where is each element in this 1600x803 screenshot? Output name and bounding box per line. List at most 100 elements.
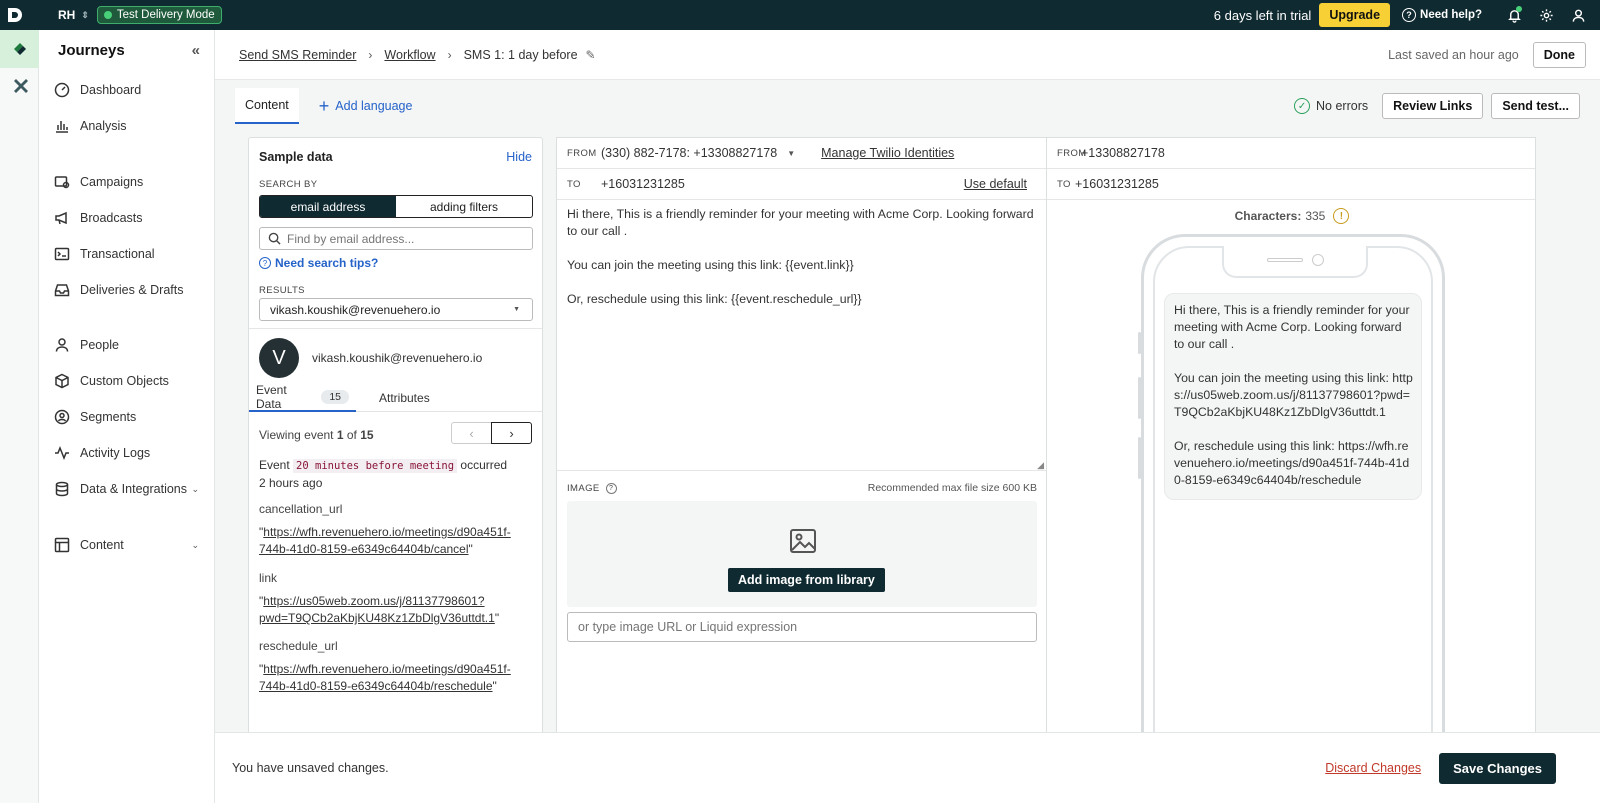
terminal-icon [54,247,70,261]
manage-twilio-identities-link[interactable]: Manage Twilio Identities [821,146,954,160]
save-changes-button[interactable]: Save Changes [1439,752,1556,784]
sidebar-item-dashboard[interactable]: Dashboard [39,78,215,102]
need-help-button[interactable]: ? Need help? [1402,8,1482,22]
sidebar-item-campaigns[interactable]: Campaigns [39,170,215,194]
phone-side-button [1138,332,1141,354]
email-search-input[interactable] [287,231,527,246]
image-icon [790,529,816,553]
integrations-app-icon[interactable] [0,68,39,106]
sidebar-item-label: Activity Logs [80,446,151,460]
sidebar-item-analysis[interactable]: Analysis [39,114,215,138]
last-saved-status: Last saved an hour ago [1388,47,1519,62]
breadcrumb-send-sms-reminder[interactable]: Send SMS Reminder [239,48,356,62]
trial-status: 6 days left in trial [1213,7,1312,23]
discard-changes-button[interactable]: Discard Changes [1325,761,1421,775]
content-tab-bar: Content + Add language ✓ No errors Revie… [235,88,1580,124]
add-language-button[interactable]: + Add language [319,97,413,115]
preview-from-label: FROM [1057,147,1087,159]
phone-side-button [1138,437,1141,479]
meeting-link[interactable]: https://us05web.zoom.us/j/81137798601?pw… [259,594,495,625]
breadcrumb-workflow[interactable]: Workflow [384,48,435,62]
event-prefix: Event [259,458,294,472]
results-select[interactable]: vikash.koushik@revenuehero.io ▼ [259,298,533,321]
dropdown-arrow-icon: ▼ [787,148,796,158]
review-links-button[interactable]: Review Links [1382,93,1484,119]
chevron-right-icon: › [368,47,373,62]
sms-preview-panel: FROM +13308827178 TO +16031231285 Charac… [1046,137,1536,737]
search-by-filters-option[interactable]: adding filters [396,196,532,217]
breadcrumb-current: SMS 1: 1 day before [463,47,578,62]
to-field[interactable]: +16031231285 [601,177,685,191]
mode-badge-label: Test Delivery Mode [116,9,215,21]
to-label: TO [567,178,581,190]
segments-icon [54,409,70,425]
inbox-icon [54,284,70,297]
add-image-from-library-button[interactable]: Add image from library [728,568,885,592]
to-row: TO +16031231285 Use default [557,169,1047,200]
tab-attributes[interactable]: Attributes [372,384,437,412]
cancellation-url-link[interactable]: https://wfh.revenuehero.io/meetings/d90a… [259,525,511,556]
sidebar-item-data-integrations[interactable]: Data & Integrations ⌄ [39,477,215,501]
from-row: FROM (330) 882-7178: +13308827178 ▼ Mana… [557,138,1047,169]
done-button[interactable]: Done [1532,41,1586,68]
tab-event-data[interactable]: Event Data 15 [249,383,356,412]
phone-notch [1222,246,1368,278]
hide-sample-data-link[interactable]: Hide [506,150,532,164]
sidebar-item-deliveries-drafts[interactable]: Deliveries & Drafts [39,278,215,302]
image-url-input[interactable] [567,612,1037,642]
search-icon [268,232,281,245]
sms-editor-panel: FROM (330) 882-7178: +13308827178 ▼ Mana… [556,137,1047,738]
results-label: RESULTS [259,285,305,296]
warning-icon[interactable]: ! [1333,208,1350,224]
sidebar-item-segments[interactable]: Segments [39,405,215,429]
sample-data-panel: Sample data Hide SEARCH BY email address… [248,137,543,737]
preview-to-value: +16031231285 [1075,177,1159,191]
sidebar-item-custom-objects[interactable]: Custom Objects [39,369,215,393]
message-body-textarea[interactable]: Hi there, This is a friendly reminder fo… [567,206,1037,325]
test-delivery-mode-badge[interactable]: Test Delivery Mode [96,6,222,24]
from-label: FROM [567,147,597,159]
edit-pencil-icon[interactable]: ✎ [586,48,596,62]
sidebar-item-label: Segments [80,410,137,424]
divider [249,328,542,329]
sidebar-item-transactional[interactable]: Transactional [39,242,215,266]
journeys-app-icon[interactable] [0,30,39,68]
search-tips-link[interactable]: ? Need search tips? [259,256,378,270]
use-default-link[interactable]: Use default [964,177,1027,191]
reschedule-url-link[interactable]: https://wfh.revenuehero.io/meetings/d90a… [259,662,511,693]
workspace-switcher[interactable]: RH ⇕ [58,8,89,22]
viewing-current: 1 [336,428,344,442]
upgrade-button[interactable]: Upgrade [1319,3,1391,27]
event-tabs: Event Data 15 Attributes [249,383,542,412]
person-email: vikash.koushik@revenuehero.io [312,351,483,365]
phone-speaker [1267,258,1303,262]
settings-gear-icon[interactable] [1530,8,1562,23]
sidebar-item-people[interactable]: People [39,333,215,357]
plus-icon: + [318,96,330,116]
question-icon: ? [1402,8,1417,22]
user-account-icon[interactable] [1562,8,1594,23]
sidebar-item-label: People [80,338,119,352]
image-drop-zone[interactable]: Add image from library [567,501,1037,607]
sidebar-item-broadcasts[interactable]: Broadcasts [39,206,215,230]
sidebar: Journeys « Dashboard Analysis Campaigns … [39,30,215,803]
event-suffix: occurred [457,458,508,472]
event-data-label: Event Data [256,383,287,411]
collapse-sidebar-icon[interactable]: « [192,42,200,59]
question-icon[interactable]: ? [605,483,617,494]
app-logo-icon[interactable] [0,0,30,30]
next-event-button[interactable]: › [491,422,532,444]
sidebar-item-activity-logs[interactable]: Activity Logs [39,441,215,465]
image-section: IMAGE ? Recommended max file size 600 KB… [557,470,1047,738]
search-by-email-option[interactable]: email address [260,196,396,217]
check-circle-icon: ✓ [1294,98,1311,114]
chevron-down-icon: ⌄ [191,483,199,494]
sidebar-item-label: Analysis [80,119,127,133]
sidebar-item-content[interactable]: Content ⌄ [39,533,215,557]
event-name: 20 minutes before meeting [293,459,458,473]
tab-content[interactable]: Content [235,88,299,124]
send-test-button[interactable]: Send test... [1491,93,1580,119]
previous-event-button[interactable]: ‹ [451,422,492,444]
notifications-bell-icon[interactable] [1498,5,1530,23]
from-select[interactable]: (330) 882-7178: +13308827178 [601,146,777,160]
